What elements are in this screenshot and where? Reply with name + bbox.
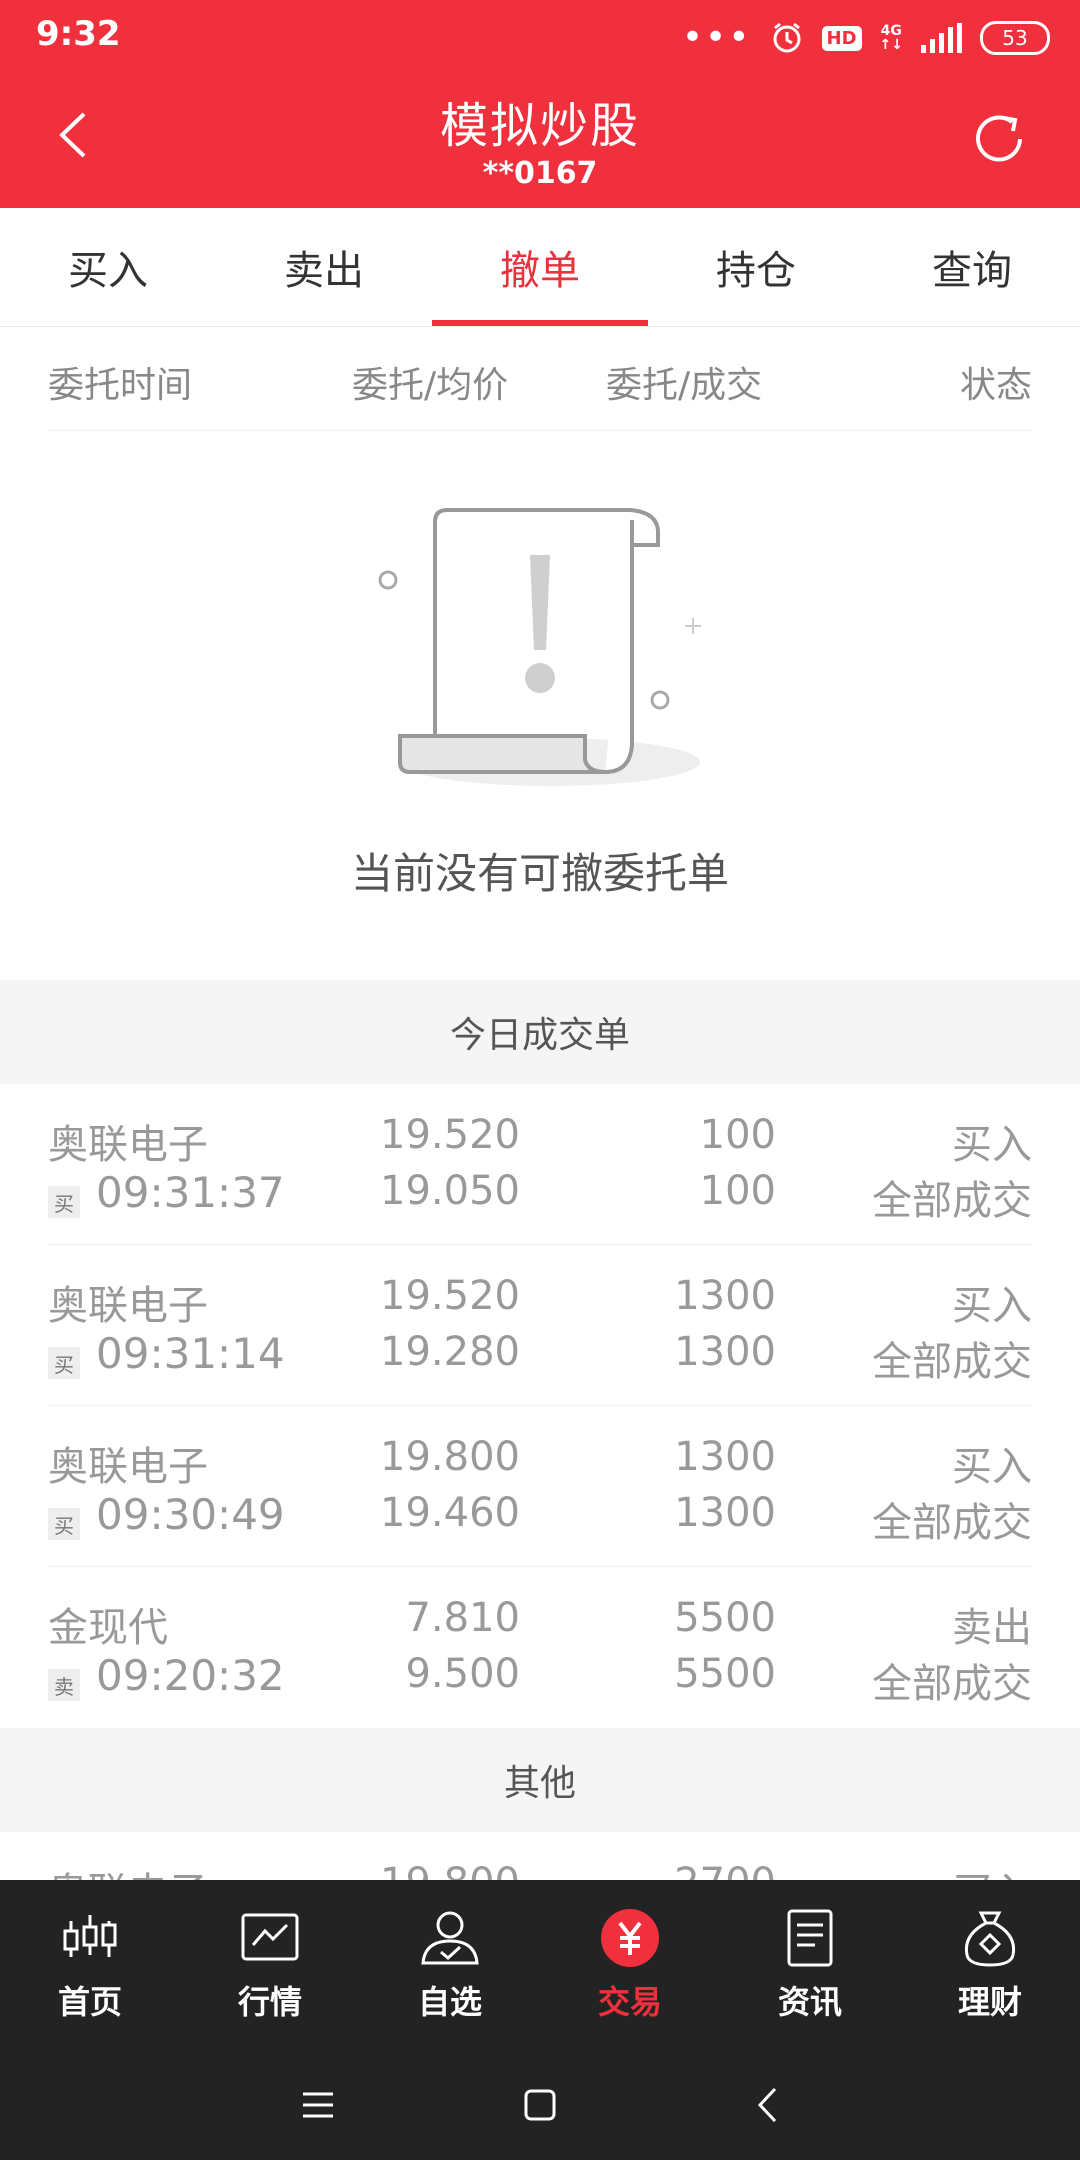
stock-name: 金现代 (48, 1605, 168, 1651)
trade-status: 全部成交 (872, 1661, 1032, 1707)
col-status: 状态 (959, 365, 1032, 406)
avg-price: 19.050 (380, 1168, 520, 1214)
status-icons: ••• HD 4G ↑↓ 53 (682, 14, 1050, 62)
account-number: **0167 (482, 156, 598, 191)
order-qty: 1300 (674, 1434, 776, 1480)
trade-time: 09:30:49 (96, 1490, 285, 1539)
tab-buy[interactable]: 买入 (0, 208, 216, 326)
empty-document-icon (378, 508, 701, 786)
order-price: 7.810 (405, 1595, 520, 1641)
section-header-today: 今日成交单 (0, 980, 1080, 1084)
tab-query[interactable]: 查询 (864, 208, 1080, 326)
battery-icon: 53 (980, 21, 1050, 55)
trade-tabs: 买入 卖出 撤单 持仓 查询 (0, 208, 1080, 327)
hd-icon: HD (821, 25, 862, 51)
order-qty: 100 (699, 1112, 776, 1158)
more-dots-icon: ••• (681, 17, 752, 58)
filled-qty: 1300 (674, 1490, 776, 1536)
trade-direction: 买入 (952, 1444, 1032, 1490)
nav-trade[interactable]: 交易 (540, 1880, 720, 2050)
trade-type-badge: 买 (48, 1508, 80, 1540)
stock-name: 奥联电子 (48, 1283, 208, 1329)
nav-label: 理财 (957, 1983, 1022, 2021)
order-price: 19.520 (380, 1273, 520, 1319)
menu-icon[interactable] (293, 2080, 343, 2130)
back-nav-icon[interactable] (743, 2080, 793, 2130)
alarm-icon (773, 22, 801, 53)
order-price: 19.800 (380, 1860, 520, 1880)
stock-name: 奥联电子 (48, 1122, 208, 1168)
home-icon[interactable] (515, 2080, 565, 2130)
col-price: 委托/均价 (352, 365, 509, 406)
trade-row[interactable]: 奥联电子 买 09:30:49 19.800 19.460 1300 1300 … (48, 1406, 1032, 1567)
trade-type-badge: 卖 (48, 1669, 80, 1701)
network-label: 4G (880, 23, 902, 39)
trade-type-badge: 买 (48, 1186, 80, 1218)
order-qty: 2700 (674, 1860, 776, 1880)
chart-icon (241, 1913, 299, 1961)
signal-icon (921, 23, 962, 53)
avg-price: 9.500 (405, 1651, 520, 1697)
trade-status: 全部成交 (872, 1500, 1032, 1546)
money-bag-icon (964, 1911, 1016, 1967)
candlestick-icon (63, 1915, 117, 1957)
nav-market[interactable]: 行情 (180, 1880, 360, 2050)
nav-label: 首页 (57, 1983, 122, 2021)
col-qty: 委托/成交 (606, 365, 763, 406)
order-price: 19.520 (380, 1112, 520, 1158)
trade-time: 09:31:14 (96, 1329, 285, 1378)
yuan-icon (601, 1909, 659, 1967)
trade-direction: 卖出 (952, 1605, 1032, 1651)
col-time: 委托时间 (48, 365, 193, 406)
tab-position[interactable]: 持仓 (648, 208, 864, 326)
tab-cancel[interactable]: 撤单 (432, 208, 648, 326)
avg-price: 19.280 (380, 1329, 520, 1375)
nav-label: 行情 (237, 1983, 302, 2021)
filled-qty: 5500 (674, 1651, 776, 1697)
trade-row[interactable]: 金现代 卖 09:20:32 7.810 9.500 5500 5500 卖出 … (48, 1567, 1032, 1727)
trade-type-badge: 买 (48, 1347, 80, 1379)
system-nav-bar (0, 2050, 1080, 2160)
filled-qty: 1300 (674, 1329, 776, 1375)
order-price: 19.800 (380, 1434, 520, 1480)
order-column-header: 委托时间 委托/均价 委托/成交 状态 (48, 326, 1032, 431)
trade-row[interactable]: 奥联电子 买 09:31:37 19.520 19.050 100 100 买入… (48, 1084, 1032, 1245)
trade-status: 全部成交 (872, 1178, 1032, 1224)
trade-direction: 买入 (952, 1860, 1032, 1880)
nav-news[interactable]: 资讯 (720, 1880, 900, 2050)
trade-time: 09:20:32 (96, 1651, 285, 1700)
network-icon: 4G ↑↓ (879, 23, 903, 53)
filled-qty: 100 (699, 1168, 776, 1214)
trade-direction: 买入 (952, 1122, 1032, 1168)
bottom-nav: 首页 行情 自选 交易 资讯 理财 (0, 1880, 1080, 2050)
trade-row[interactable]: 奥联电子 买 09:31:14 19.520 19.280 1300 1300 … (48, 1245, 1032, 1406)
nav-watchlist[interactable]: 自选 (360, 1880, 540, 2050)
tab-sell[interactable]: 卖出 (216, 208, 432, 326)
nav-label: 资讯 (777, 1983, 842, 2021)
trade-status: 全部成交 (872, 1339, 1032, 1385)
avg-price: 19.460 (380, 1490, 520, 1536)
refresh-icon[interactable] (968, 108, 1030, 170)
status-time: 9:32 (36, 14, 121, 54)
nav-label: 自选 (417, 1983, 482, 2021)
page-title: 模拟炒股 (439, 98, 640, 154)
app-header: 9:32 ••• HD 4G ↑↓ 53 模拟炒股 **0167 (0, 0, 1080, 208)
trade-row-partial[interactable]: 奥联电子 19.800 2700 买入 (48, 1832, 1032, 1880)
section-header-other: 其他 (0, 1728, 1080, 1832)
order-qty: 5500 (674, 1595, 776, 1641)
battery-level: 53 (1002, 26, 1028, 50)
nav-label: 交易 (597, 1983, 662, 2021)
nav-wealth[interactable]: 理财 (900, 1880, 1080, 2050)
trade-direction: 买入 (952, 1283, 1032, 1329)
stock-name: 奥联电子 (48, 1444, 208, 1490)
stock-name: 奥联电子 (48, 1860, 208, 1880)
trade-time: 09:31:37 (96, 1168, 285, 1217)
user-check-icon (421, 1911, 479, 1965)
order-qty: 1300 (674, 1273, 776, 1319)
nav-home[interactable]: 首页 (0, 1880, 180, 2050)
news-icon (787, 1909, 833, 1967)
empty-state-message: 当前没有可撤委托单 (350, 849, 729, 898)
